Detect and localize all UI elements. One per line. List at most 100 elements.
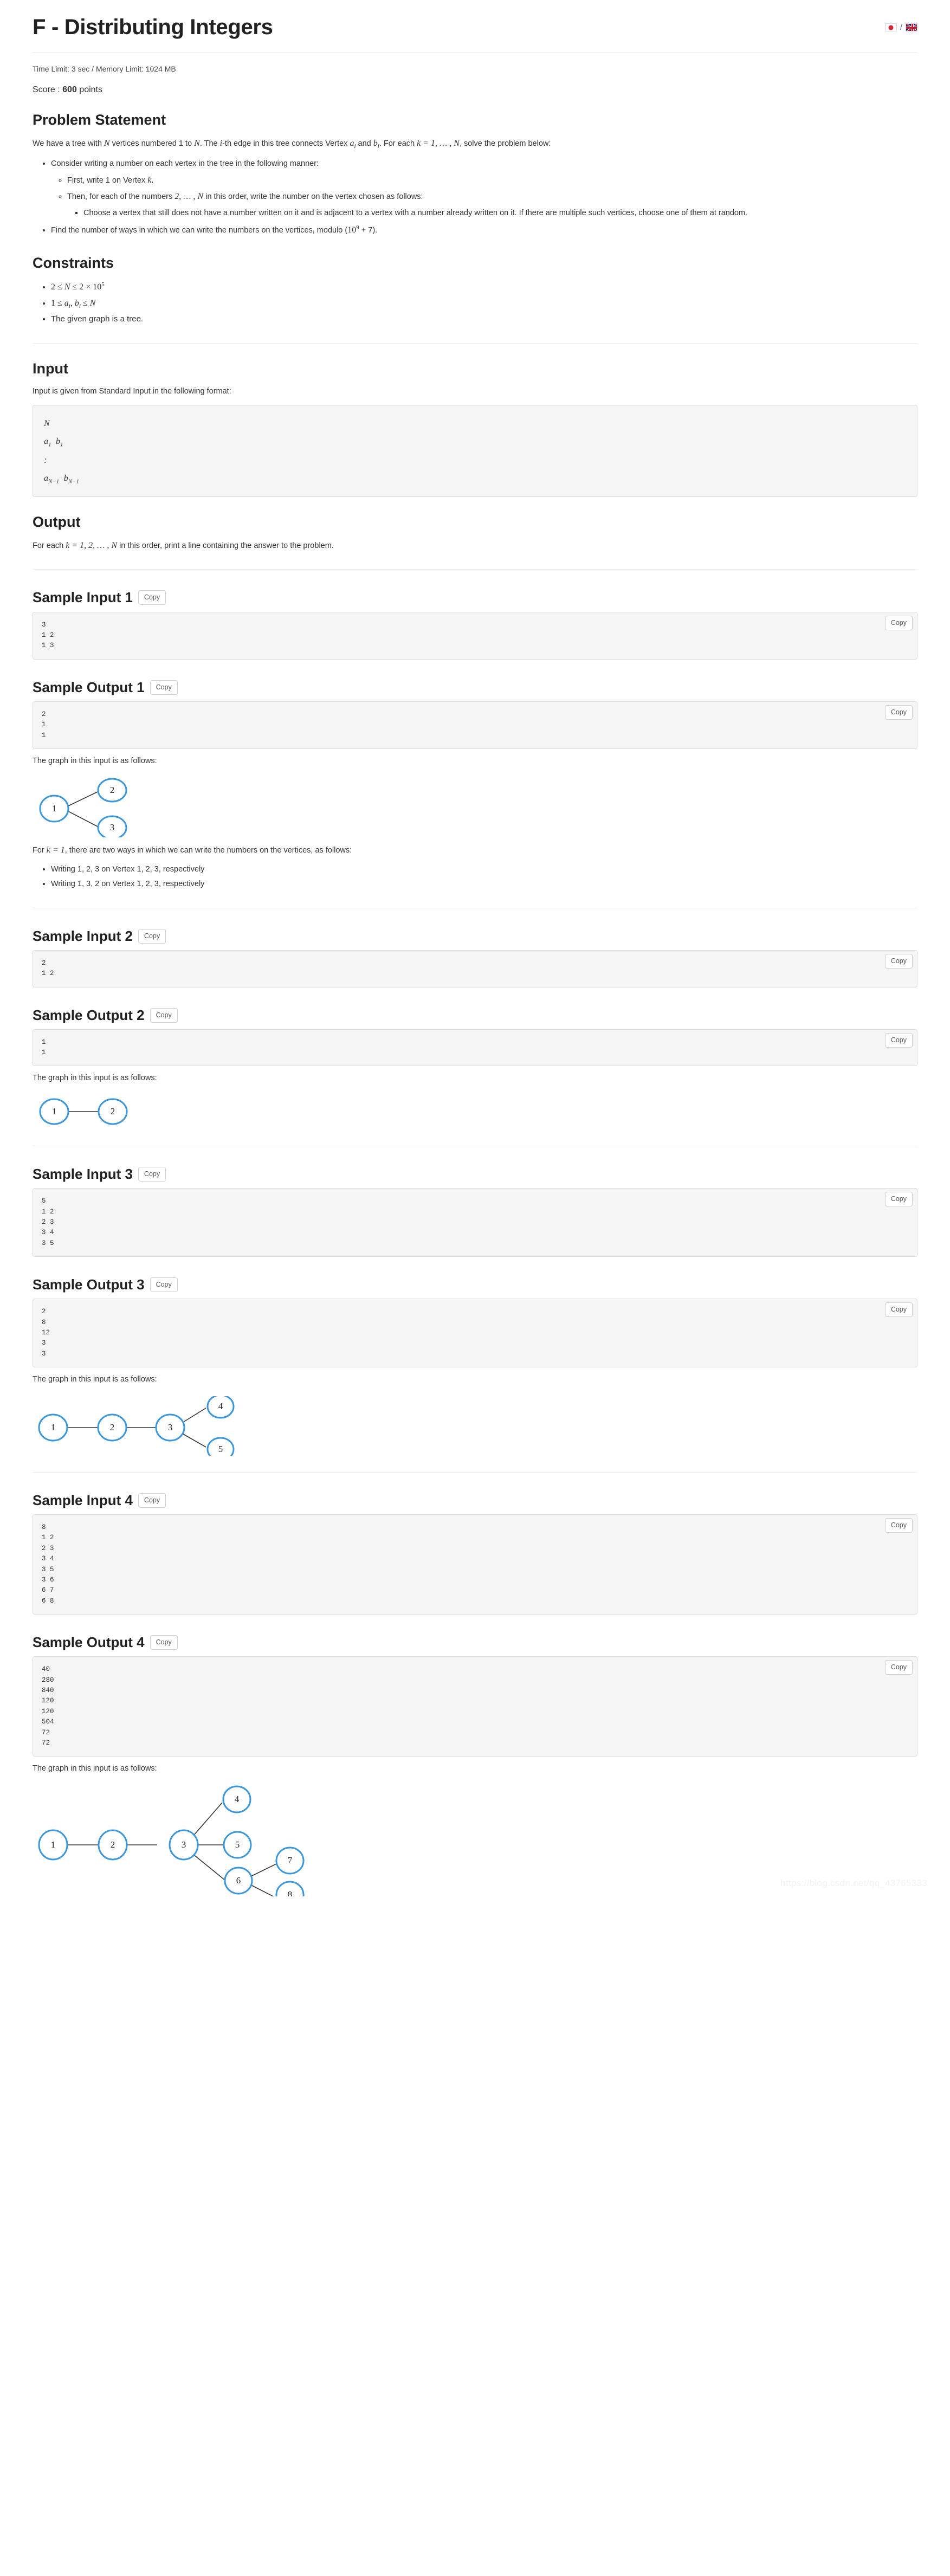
- copy-button-inline-sample-input-2[interactable]: Copy: [884, 953, 913, 969]
- list-item: Then, for each of the numbers 2, … , N i…: [67, 189, 917, 220]
- section-input: Input: [33, 360, 68, 377]
- sample-input-3-label: Sample Input 3: [33, 1166, 133, 1183]
- graph-caption-4: The graph in this input is as follows:: [33, 1764, 157, 1773]
- copy-button-inline-sample-input-4[interactable]: Copy: [884, 1518, 913, 1533]
- copy-button-inline-sample-input-3[interactable]: Copy: [884, 1192, 913, 1207]
- copy-button-sample-input-2[interactable]: Copy: [138, 928, 166, 944]
- copy-button-sample-input-4[interactable]: Copy: [138, 1493, 166, 1508]
- input-description: Input is given from Standard Input in th…: [33, 387, 231, 396]
- list-item: Find the number of ways in which we can …: [51, 223, 917, 238]
- copy-button-inline-sample-output-1[interactable]: Copy: [884, 705, 913, 720]
- sample-output-1-text: 2 1 1: [42, 710, 46, 739]
- sample-input-2-heading: Sample Input 2 Copy: [33, 928, 917, 945]
- graph-svg-4: 1 2 3 4 5 6 7 8: [38, 1785, 305, 1896]
- graph-caption-1: The graph in this input is as follows:: [33, 757, 157, 766]
- copy-button-sample-output-1[interactable]: Copy: [150, 680, 178, 695]
- page-header: F - Distributing Integers /: [33, 0, 917, 39]
- input-format-box: N a1 b1 : aN−1 bN−1: [33, 404, 917, 497]
- svg-text:1: 1: [52, 1106, 57, 1116]
- sample-3-divider: [33, 1471, 917, 1473]
- graph-svg-1: 1 2 3: [39, 778, 127, 837]
- output-divider: [33, 569, 917, 570]
- output-desc-post: in this order, print a line containing t…: [117, 541, 334, 551]
- score-label: Score :: [33, 85, 63, 94]
- statement-sub-sub-bullets: Choose a vertex that still does not have…: [67, 206, 917, 220]
- sample-output-2-text: 1 1: [42, 1038, 46, 1057]
- graph-image-2: 1 2: [33, 1095, 917, 1129]
- svg-text:1: 1: [51, 1839, 56, 1850]
- svg-text:8: 8: [288, 1889, 293, 1896]
- sample-input-1-heading: Sample Input 1 Copy: [33, 589, 917, 606]
- sample-output-3-heading: Sample Output 3 Copy: [33, 1276, 917, 1293]
- sample-1-explanation: For k = 1, there are two ways in which w…: [33, 843, 917, 857]
- sample-input-3-box: Copy 5 1 2 2 3 3 4 3 5: [33, 1188, 917, 1257]
- output-desc-pre: For each: [33, 541, 66, 551]
- sub-1-pre: First, write 1 on Vertex: [67, 176, 148, 185]
- list-item: Choose a vertex that still does not have…: [83, 206, 917, 220]
- sample-output-4-box: Copy 40 280 840 120 120 504 72 72: [33, 1656, 917, 1757]
- jp-flag-icon[interactable]: [884, 23, 897, 31]
- sub-1-post: .: [151, 176, 154, 185]
- intro-part-5: and: [356, 139, 373, 149]
- sample-input-4-text: 8 1 2 2 3 3 4 3 5 3 6 6 7 6 8: [42, 1523, 54, 1605]
- intro-b: b: [373, 139, 378, 149]
- uk-flag-icon[interactable]: [906, 23, 917, 31]
- sub-2-pre: Then, for each of the numbers: [67, 192, 175, 202]
- graph-caption-3: The graph in this input is as follows:: [33, 1375, 157, 1384]
- intro-N2: N: [194, 139, 200, 149]
- language-switcher[interactable]: /: [884, 15, 917, 32]
- copy-button-sample-output-4[interactable]: Copy: [150, 1635, 178, 1650]
- sample-input-1-label: Sample Input 1: [33, 589, 133, 606]
- sample-input-2-box: Copy 2 1 2: [33, 950, 917, 987]
- list-item: 1 ≤ ai, bi ≤ N: [51, 295, 917, 312]
- format-line: aN−1 bN−1: [44, 473, 80, 485]
- graph-image-1: 1 2 3: [33, 778, 917, 837]
- svg-text:3: 3: [182, 1839, 186, 1850]
- sample-input-2-label: Sample Input 2: [33, 927, 133, 944]
- sample-input-2-text: 2 1 2: [42, 959, 54, 978]
- intro-part-1: We have a tree with: [33, 139, 104, 149]
- svg-text:7: 7: [288, 1855, 293, 1865]
- copy-button-sample-output-3[interactable]: Copy: [150, 1277, 178, 1293]
- graph-svg-3: 1 2 3 4 5: [38, 1396, 235, 1456]
- sample-1-ways-list: Writing 1, 2, 3 on Vertex 1, 2, 3, respe…: [33, 863, 917, 892]
- constraints-list: 2 ≤ N ≤ 2 × 105 1 ≤ ai, bi ≤ N The given…: [33, 279, 917, 327]
- sample-output-3-box: Copy 2 8 12 3 3: [33, 1299, 917, 1368]
- bullet-2-base: 10: [347, 225, 357, 235]
- sample-output-3-label: Sample Output 3: [33, 1276, 145, 1293]
- header-divider: [33, 52, 917, 53]
- svg-text:6: 6: [236, 1875, 241, 1886]
- intro-part-3: . The: [199, 139, 220, 149]
- bullet-2-pre: Find the number of ways in which we can …: [51, 225, 348, 235]
- graph-caption-2: The graph in this input is as follows:: [33, 1074, 157, 1083]
- sample-output-2-box: Copy 1 1: [33, 1029, 917, 1067]
- sample-output-1-box: Copy 2 1 1: [33, 701, 917, 750]
- svg-text:3: 3: [168, 1422, 173, 1432]
- sub-2-math: 2, … , N: [175, 192, 204, 202]
- svg-text:5: 5: [218, 1444, 223, 1454]
- sample-output-2-heading: Sample Output 2 Copy: [33, 1007, 917, 1024]
- explain-pre: For: [33, 845, 47, 855]
- copy-button-inline-sample-output-3[interactable]: Copy: [884, 1302, 913, 1318]
- copy-button-sample-output-2[interactable]: Copy: [150, 1008, 178, 1023]
- bullet-1-text: Consider writing a number on each vertex…: [51, 159, 319, 168]
- sample-output-1-label: Sample Output 1: [33, 679, 145, 695]
- copy-button-inline-sample-input-1[interactable]: Copy: [884, 615, 913, 630]
- sample-output-2-label: Sample Output 2: [33, 1006, 145, 1023]
- format-line: :: [44, 454, 47, 465]
- copy-button-sample-input-3[interactable]: Copy: [138, 1167, 166, 1182]
- score-value: 600: [62, 85, 77, 94]
- list-item: Writing 1, 2, 3 on Vertex 1, 2, 3, respe…: [51, 863, 917, 876]
- sample-input-4-box: Copy 8 1 2 2 3 3 4 3 5 3 6 6 7 6 8: [33, 1514, 917, 1615]
- copy-button-sample-input-1[interactable]: Copy: [138, 590, 166, 605]
- sample-input-1-text: 3 1 2 1 3: [42, 621, 54, 650]
- score-suffix: points: [76, 85, 102, 94]
- copy-button-inline-sample-output-4[interactable]: Copy: [884, 1660, 913, 1675]
- svg-text:1: 1: [51, 1422, 56, 1432]
- score-text: Score : 600 points: [33, 85, 917, 95]
- svg-text:4: 4: [218, 1401, 223, 1411]
- copy-button-inline-sample-output-2[interactable]: Copy: [884, 1032, 913, 1048]
- intro-part-7: , solve the problem below:: [459, 139, 551, 149]
- lang-separator: /: [900, 23, 902, 32]
- svg-text:5: 5: [235, 1839, 240, 1850]
